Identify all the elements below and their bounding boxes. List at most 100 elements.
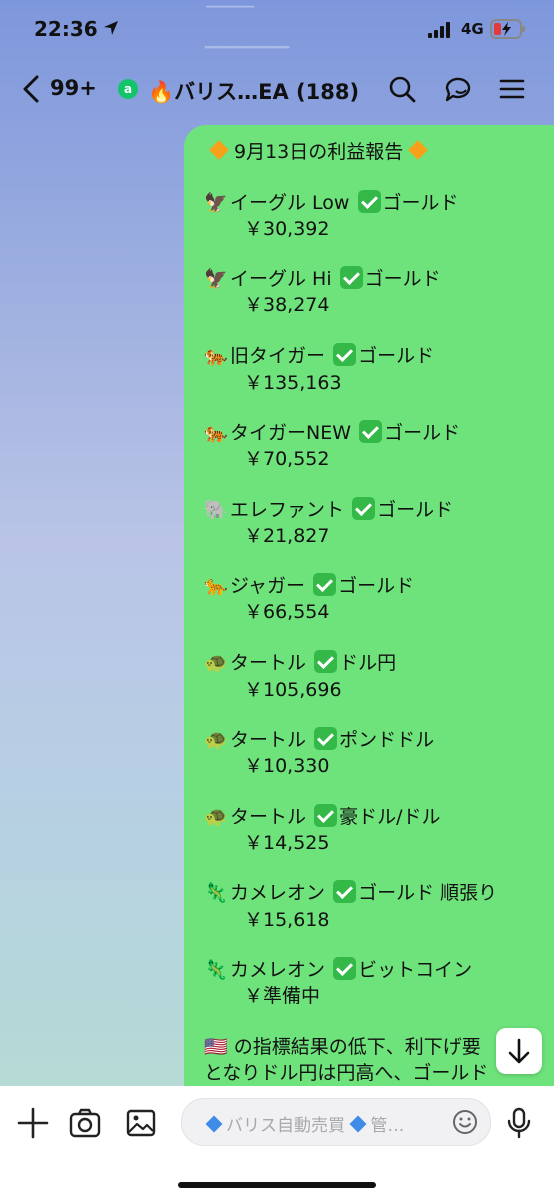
- check-icon: [333, 957, 357, 980]
- tiger-icon: 🐅: [204, 345, 228, 367]
- blue-diamond-icon: [206, 1115, 223, 1133]
- input-placeholder: バリス自動売買 管…: [206, 1111, 446, 1136]
- ea-name: カメレオン: [230, 882, 326, 904]
- check-icon: [314, 650, 338, 673]
- profit-amount: ￥66,554: [244, 601, 330, 623]
- chat-header: 99+ a 🔥バリス…EA (188): [0, 68, 554, 112]
- turtle-icon: 🐢: [204, 729, 228, 751]
- ea-name: 旧タイガー: [230, 345, 326, 367]
- battery-charging-icon: [490, 19, 525, 39]
- profit-amount: ￥38,274: [244, 294, 330, 316]
- profit-amount: ￥10,330: [244, 755, 330, 777]
- profit-amount: ￥15,618: [244, 909, 330, 931]
- profit-amount: ￥70,552: [244, 448, 330, 470]
- ea-name: カメレオン: [230, 959, 326, 981]
- orange-diamond-icon: [408, 140, 429, 160]
- eagle-icon: 🦅: [204, 268, 228, 290]
- turtle-icon: 🐢: [204, 806, 228, 828]
- check-icon: [314, 804, 338, 827]
- list-item: 🐅 旧タイガー ゴールド: [204, 341, 434, 368]
- list-item: 🐢 タートル 豪ドル/ドル: [204, 802, 440, 829]
- chat-title[interactable]: 🔥バリス…EA (188): [148, 76, 359, 106]
- elephant-icon: 🐘: [204, 499, 228, 521]
- ea-name: イーグル Hi: [230, 268, 332, 290]
- turtle-icon: 🐢: [204, 652, 228, 674]
- check-icon: [333, 880, 357, 903]
- profit-amount: ￥105,696: [244, 679, 342, 701]
- ea-name: タートル: [230, 652, 307, 674]
- ea-pair: ゴールド: [382, 192, 459, 214]
- list-item: 🦎 カメレオン ビットコイン: [204, 955, 472, 982]
- profit-amount: ￥準備中: [244, 985, 321, 1007]
- microphone-icon[interactable]: [502, 1106, 536, 1140]
- background-ghost-text: ━━━━━━━━━━: [205, 40, 290, 56]
- lizard-icon: 🦎: [204, 959, 228, 981]
- camera-icon[interactable]: [68, 1106, 102, 1140]
- ea-pair: ゴールド: [384, 422, 461, 444]
- ea-name: エレファント: [230, 499, 345, 521]
- ea-pair: ゴールド: [377, 499, 454, 521]
- report-title: 9月13日の利益報告: [234, 141, 404, 163]
- message-input[interactable]: バリス自動売買 管…: [181, 1098, 491, 1146]
- menu-icon[interactable]: [497, 74, 527, 104]
- list-item: 🐘 エレファント ゴールド: [204, 495, 453, 522]
- list-item: 🦅 イーグル Low ゴールド: [204, 188, 459, 215]
- scroll-to-bottom-button[interactable]: [496, 1028, 542, 1074]
- chat-bubbles-icon[interactable]: [443, 74, 473, 104]
- list-item: 🦅 イーグル Hi ゴールド: [204, 264, 441, 291]
- network-type: 4G: [461, 20, 484, 38]
- ea-name: タートル: [230, 806, 307, 828]
- background-ghost-text: ━━━━━━━━: [206, 2, 255, 13]
- emoji-icon[interactable]: [452, 1109, 478, 1135]
- ea-pair: ドル円: [339, 652, 397, 674]
- check-icon: [313, 573, 337, 596]
- home-indicator: [178, 1182, 376, 1188]
- unread-count[interactable]: 99+: [50, 76, 97, 100]
- ea-pair: ゴールド: [364, 268, 441, 290]
- report-title-line: 9月13日の利益報告: [204, 137, 433, 164]
- list-item: 🐢 タートル ポンドドル: [204, 725, 434, 752]
- cellular-signal-icon: [428, 22, 450, 38]
- image-icon[interactable]: [124, 1106, 158, 1140]
- plus-icon[interactable]: [16, 1106, 50, 1140]
- ea-name: イーグル Low: [230, 192, 350, 214]
- message-text-line: となりドル円は円高へ、ゴールド: [204, 1062, 489, 1084]
- ea-name: タートル: [230, 729, 307, 751]
- profit-amount: ￥14,525: [244, 832, 330, 854]
- search-icon[interactable]: [387, 74, 417, 104]
- blue-diamond-icon: [349, 1115, 367, 1133]
- check-icon: [352, 497, 376, 520]
- list-item: 🐢 タートル ドル円: [204, 648, 396, 675]
- ea-name: タイガーNEW: [230, 422, 352, 444]
- check-icon: [357, 190, 381, 213]
- ea-pair: ゴールド: [338, 575, 415, 597]
- check-icon: [333, 343, 357, 366]
- location-arrow-icon: [104, 21, 118, 35]
- back-chevron-icon[interactable]: [20, 74, 44, 104]
- ea-pair: ポンドドル: [339, 729, 435, 751]
- profit-amount: ￥30,392: [244, 218, 330, 240]
- eagle-icon: 🦅: [204, 192, 228, 214]
- check-icon: [339, 266, 363, 289]
- ea-pair: ゴールド 順張り: [358, 882, 498, 904]
- lizard-icon: 🦎: [204, 882, 228, 904]
- list-item: 🦎 カメレオン ゴールド 順張り: [204, 878, 497, 905]
- arrow-down-icon: [508, 1038, 530, 1064]
- status-time: 22:36: [34, 17, 98, 41]
- official-account-icon: a: [118, 79, 138, 99]
- message-text-line: 🇺🇸 の指標結果の低下、利下げ要: [204, 1036, 481, 1058]
- orange-diamond-icon: [209, 140, 229, 160]
- profit-amount: ￥21,827: [244, 525, 330, 547]
- check-icon: [359, 420, 383, 443]
- message-input-bar: バリス自動売買 管…: [0, 1086, 554, 1200]
- input-placeholder-text: バリス自動売買: [226, 1116, 345, 1136]
- tiger-icon: 🐅: [204, 422, 228, 444]
- leopard-icon: 🐆: [204, 575, 228, 597]
- ea-pair: 豪ドル/ドル: [339, 806, 441, 828]
- list-item: 🐅 タイガーNEW ゴールド: [204, 418, 460, 445]
- ea-pair: ゴールド: [358, 345, 435, 367]
- list-item: 🐆 ジャガー ゴールド: [204, 571, 414, 598]
- check-icon: [314, 727, 338, 750]
- profit-amount: ￥135,163: [244, 372, 342, 394]
- ea-pair: ビットコイン: [358, 959, 473, 981]
